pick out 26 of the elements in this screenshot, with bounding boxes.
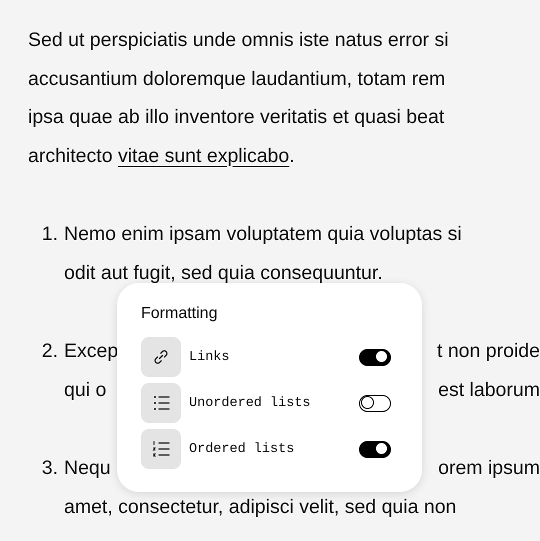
paragraph-line: ipsa quae ab illo inventore veritatis et quasi beat <box>28 105 446 130</box>
list-text: Nemo enim ipsam voluptatem quia voluptas si <box>64 222 462 247</box>
option-label: Unordered lists <box>189 396 312 410</box>
paragraph-line: Sed ut perspiciatis unde omnis iste natus error si <box>28 28 450 53</box>
popup-title: Formatting <box>141 305 218 323</box>
text-link[interactable]: vitae sunt explicabo <box>118 144 290 166</box>
bulleted-list-icon <box>151 393 171 413</box>
list-text: orem ipsum <box>438 456 540 481</box>
paragraph-line: architecto vitae sunt explicabo. <box>28 144 296 168</box>
toggle-switch[interactable] <box>359 394 391 412</box>
list-number: 3. <box>40 456 59 481</box>
list-number: 1. <box>40 222 59 247</box>
list-text: Nequ <box>64 456 111 481</box>
paragraph-line: accusantium doloremque laudantium, totam rem <box>28 66 446 92</box>
option-label: Links <box>189 350 231 364</box>
numbered-list-icon <box>151 439 171 459</box>
toggle-switch[interactable] <box>359 440 391 458</box>
list-text: odit aut fugit, sed quia consequuntur. <box>64 260 383 286</box>
toggle-switch[interactable] <box>359 348 391 366</box>
option-label: Ordered lists <box>189 442 296 456</box>
list-text: t non proide <box>437 339 540 364</box>
list-number: 2. <box>40 339 59 364</box>
list-text: est laborum <box>438 378 540 402</box>
list-text: Excep <box>64 339 118 364</box>
list-text: qui o <box>64 378 106 402</box>
list-text: amet, consectetur, adipisci velit, sed quia non <box>64 494 456 520</box>
